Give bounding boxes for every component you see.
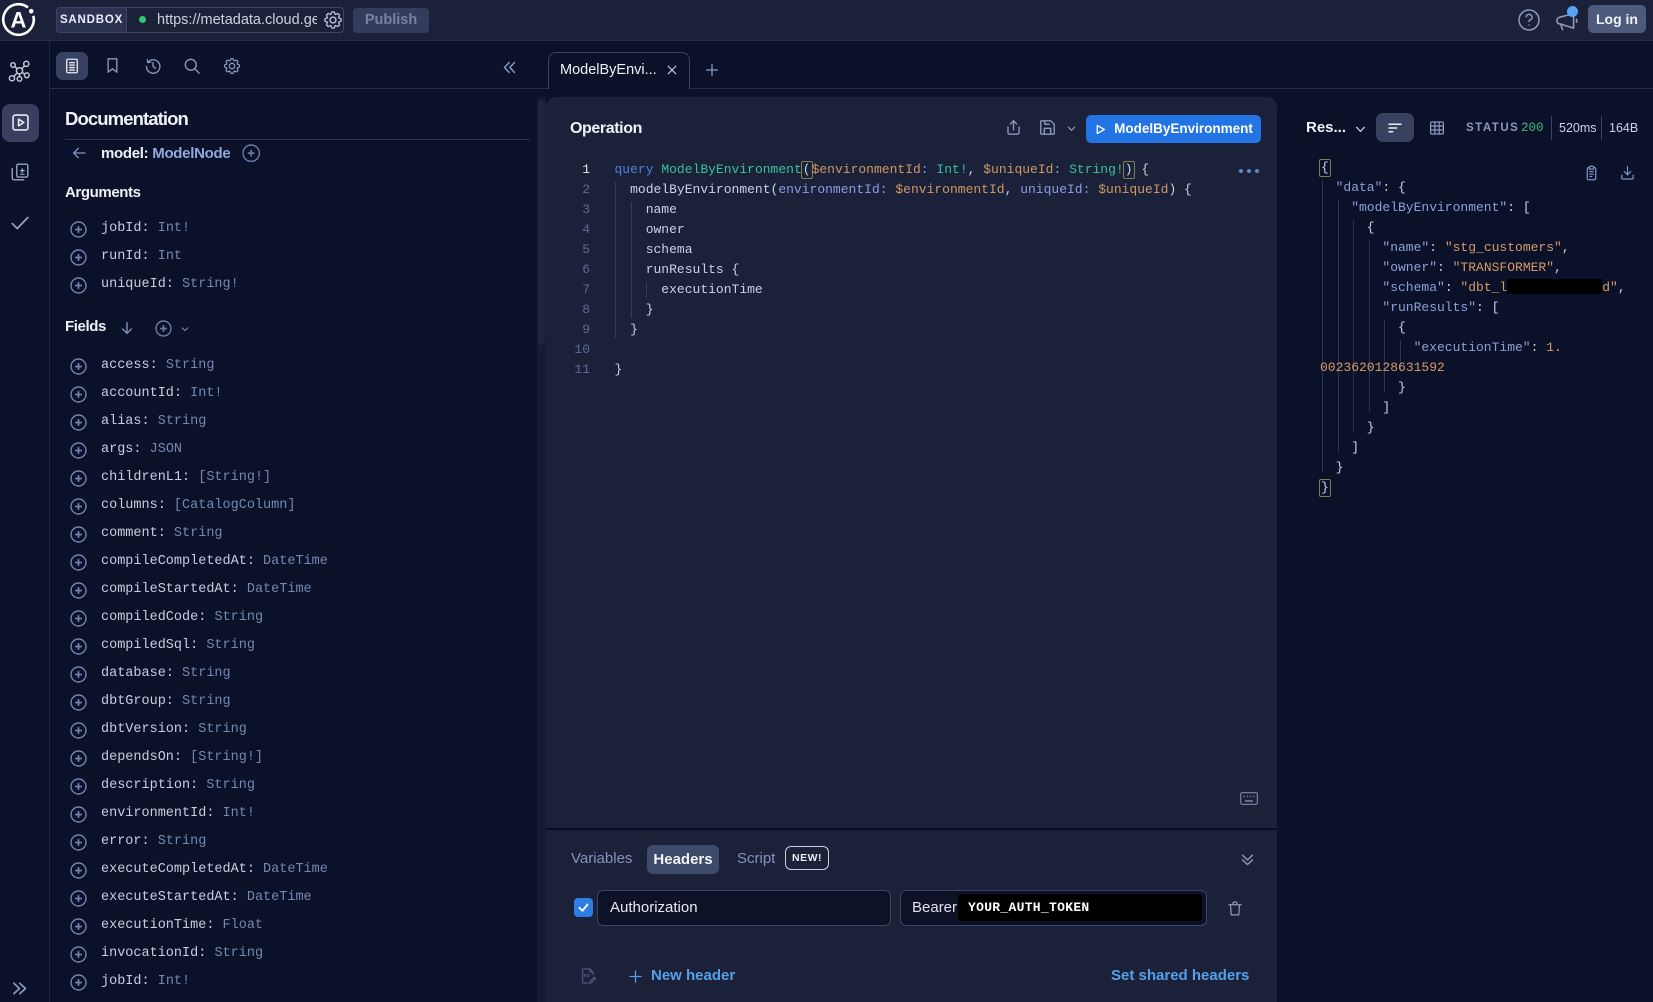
svg-text:A: A — [11, 8, 27, 33]
